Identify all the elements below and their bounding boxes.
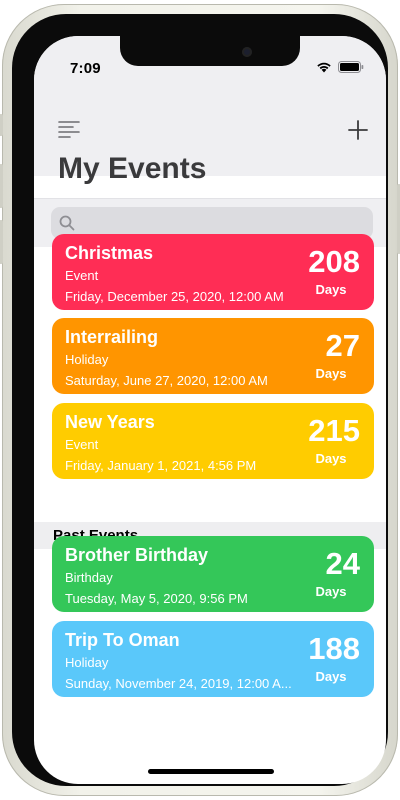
page-title: My Events: [58, 152, 207, 185]
event-card-interrailing[interactable]: Interrailing Holiday Saturday, June 27, …: [52, 318, 374, 394]
event-date: Friday, December 25, 2020, 12:00 AM: [65, 289, 284, 304]
days-label: Days: [315, 669, 347, 684]
status-time: 7:09: [70, 60, 101, 77]
battery-icon: [338, 61, 364, 73]
event-card-trip-to-oman[interactable]: Trip To Oman Holiday Sunday, November 24…: [52, 621, 374, 697]
days-count: 188: [308, 631, 360, 666]
days-label: Days: [315, 366, 347, 381]
event-date: Sunday, November 24, 2019, 12:00 A...: [65, 676, 292, 691]
search-icon: [59, 215, 75, 231]
event-title: Christmas: [65, 243, 154, 263]
event-title: Interrailing: [65, 327, 159, 347]
days-count: 215: [308, 413, 360, 448]
menu-icon[interactable]: [58, 120, 80, 138]
event-title: Brother Birthday: [65, 545, 209, 565]
event-category: Holiday: [65, 352, 109, 367]
event-date: Friday, January 1, 2021, 4:56 PM: [65, 458, 257, 473]
notch: [120, 36, 300, 66]
days-label: Days: [315, 282, 347, 297]
event-card-christmas[interactable]: Christmas Event Friday, December 25, 202…: [52, 234, 374, 310]
camera-icon: [242, 47, 252, 57]
days-count: 27: [325, 328, 360, 363]
event-card-brother-birthday[interactable]: Brother Birthday Birthday Tuesday, May 5…: [52, 536, 374, 612]
event-title: Trip To Oman: [65, 630, 180, 650]
event-title: New Years: [65, 412, 155, 432]
bezel: 7:09 My Events Christmas Event Friday, D…: [12, 14, 388, 786]
side-button-volume-up: [0, 164, 3, 208]
wifi-icon: [316, 61, 332, 73]
add-icon[interactable]: [348, 120, 368, 140]
event-category: Event: [65, 437, 99, 452]
days-label: Days: [315, 451, 347, 466]
days-count: 208: [308, 244, 360, 279]
event-card-new-years[interactable]: New Years Event Friday, January 1, 2021,…: [52, 403, 374, 479]
status-icons: [316, 61, 364, 73]
phone-frame: 7:09 My Events Christmas Event Friday, D…: [0, 4, 400, 796]
screen: 7:09 My Events Christmas Event Friday, D…: [34, 36, 386, 784]
side-button-silent: [0, 114, 3, 136]
side-button-volume-down: [0, 220, 3, 264]
home-indicator[interactable]: [148, 769, 274, 774]
days-label: Days: [315, 584, 347, 599]
event-category: Event: [65, 268, 99, 283]
event-category: Birthday: [65, 570, 113, 585]
event-category: Holiday: [65, 655, 109, 670]
event-date: Saturday, June 27, 2020, 12:00 AM: [65, 373, 268, 388]
days-count: 24: [325, 546, 360, 581]
event-date: Tuesday, May 5, 2020, 9:56 PM: [65, 591, 248, 606]
